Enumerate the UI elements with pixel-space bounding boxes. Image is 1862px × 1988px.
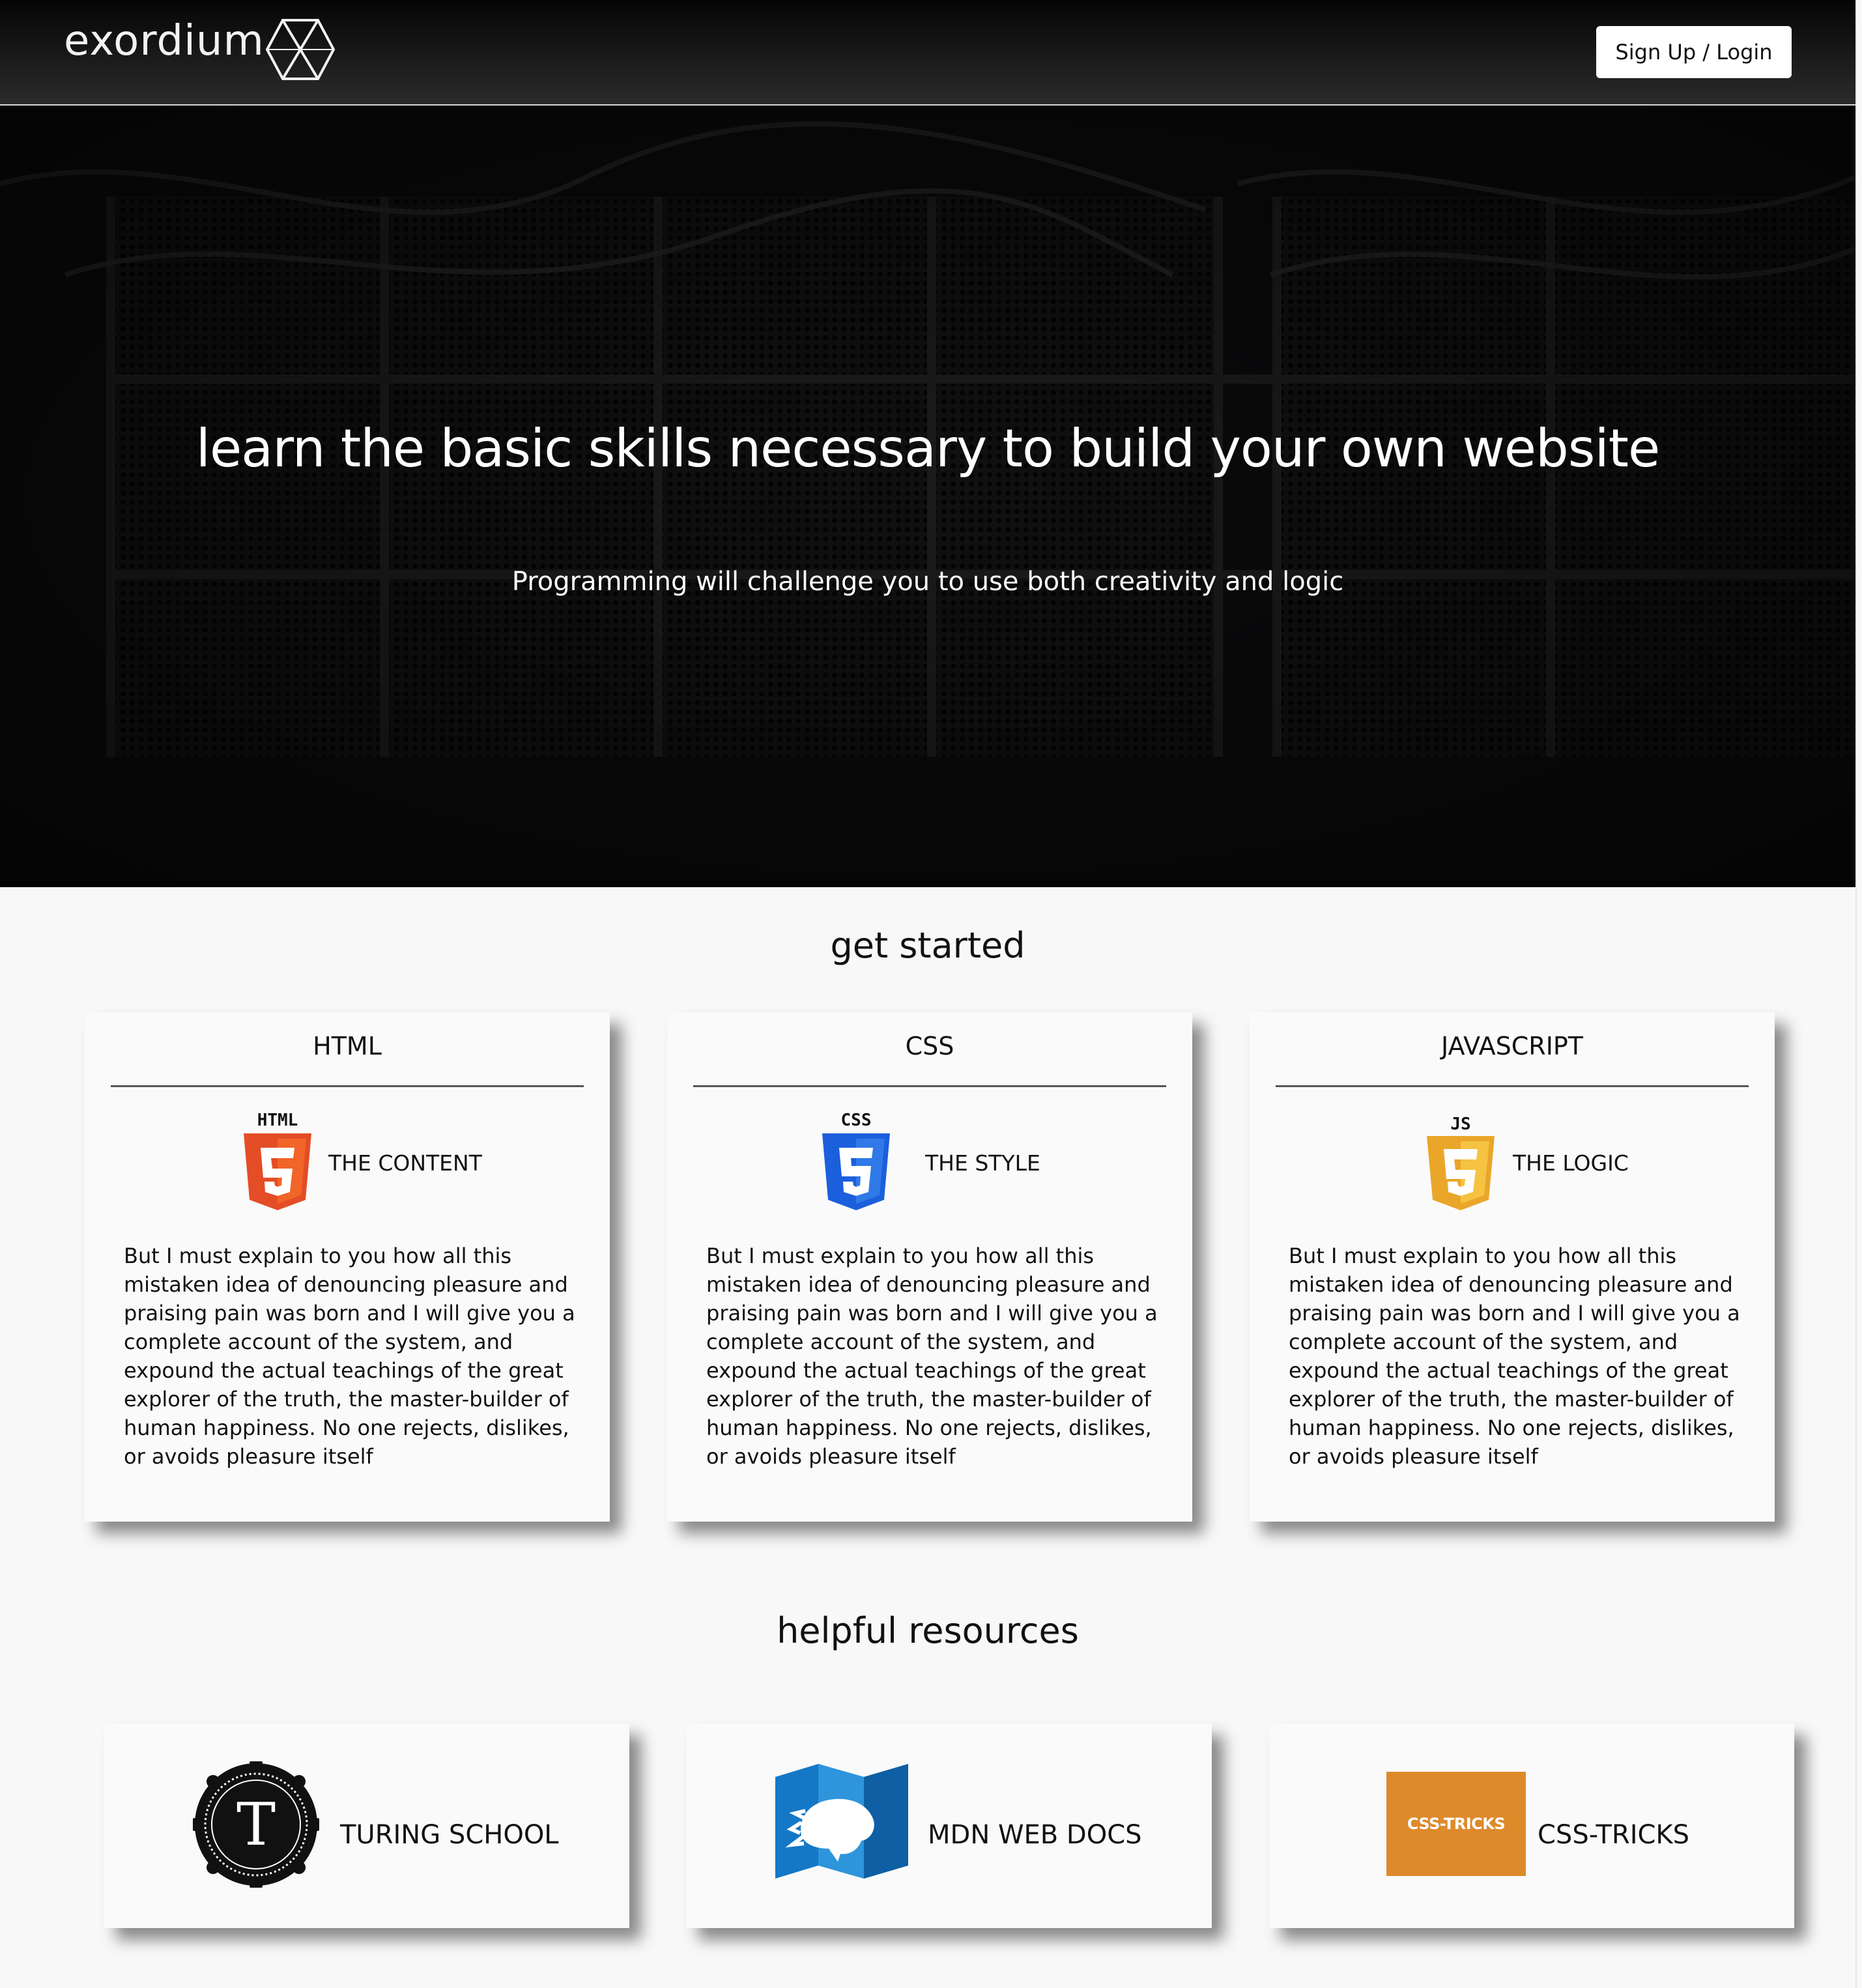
resource-css-tricks[interactable]: CSS-TRICKS CSS-TRICKS	[1269, 1724, 1794, 1928]
css-tricks-logo-icon: CSS-TRICKS	[1386, 1772, 1526, 1876]
logo-wordmark[interactable]: exordium	[64, 17, 265, 65]
js-shield-icon: JS	[1427, 1115, 1495, 1210]
resource-turing-school[interactable]: T TURING SCHOOL	[104, 1724, 629, 1928]
html5-shield-icon: HTML	[244, 1111, 311, 1210]
page-edge	[1855, 0, 1857, 1988]
js-badge-text: JS	[1450, 1115, 1470, 1134]
helpful-resources-title: helpful resources	[777, 1610, 1079, 1651]
javascript-card[interactable]: JAVASCRIPT JS THE LOGIC But I must expla…	[1250, 1012, 1775, 1522]
mdn-map-icon	[775, 1764, 908, 1879]
html-card[interactable]: HTML HTML THE CONTENT But I must explain…	[85, 1012, 610, 1522]
resource-label: TURING SCHOOL	[340, 1820, 559, 1850]
css-tricks-logo-text: CSS-TRICKS	[1407, 1815, 1506, 1833]
card-description: But I must explain to you how all this m…	[706, 1243, 1158, 1469]
css3-shield-icon: CSS	[822, 1111, 890, 1210]
card-title: HTML	[313, 1032, 382, 1060]
card-tagline: THE STYLE	[925, 1150, 1040, 1176]
turing-badge-icon: T	[193, 1761, 319, 1888]
card-divider	[1276, 1085, 1749, 1087]
card-tagline: THE CONTENT	[328, 1150, 482, 1176]
server-rack-background	[0, 106, 1855, 887]
card-description: But I must explain to you how all this m…	[1289, 1243, 1740, 1469]
hero-subtitle: Programming will challenge you to use bo…	[511, 567, 1344, 597]
card-description: But I must explain to you how all this m…	[124, 1243, 575, 1469]
card-title: CSS	[905, 1032, 954, 1060]
exordium-hexagon-icon[interactable]	[265, 17, 336, 82]
css-badge-text: CSS	[841, 1111, 872, 1130]
resource-label: CSS-TRICKS	[1538, 1820, 1690, 1850]
resource-mdn-web-docs[interactable]: MDN WEB DOCS	[687, 1724, 1212, 1928]
card-title: JAVASCRIPT	[1440, 1032, 1584, 1060]
css-card[interactable]: CSS CSS THE STYLE But I must explain to …	[667, 1012, 1192, 1522]
turing-logo-letter: T	[236, 1791, 276, 1859]
hero-title: learn the basic skills necessary to buil…	[195, 418, 1661, 479]
card-tagline: THE LOGIC	[1513, 1150, 1629, 1176]
hero-banner: learn the basic skills necessary to buil…	[0, 106, 1855, 887]
html-badge-text: HTML	[257, 1111, 298, 1130]
card-divider	[693, 1085, 1166, 1087]
get-started-title: get started	[830, 925, 1025, 966]
signup-login-button[interactable]: Sign Up / Login	[1596, 26, 1792, 78]
card-divider	[111, 1085, 584, 1087]
resource-label: MDN WEB DOCS	[928, 1820, 1142, 1850]
site-header: exordium Sign Up / Login	[0, 0, 1855, 106]
